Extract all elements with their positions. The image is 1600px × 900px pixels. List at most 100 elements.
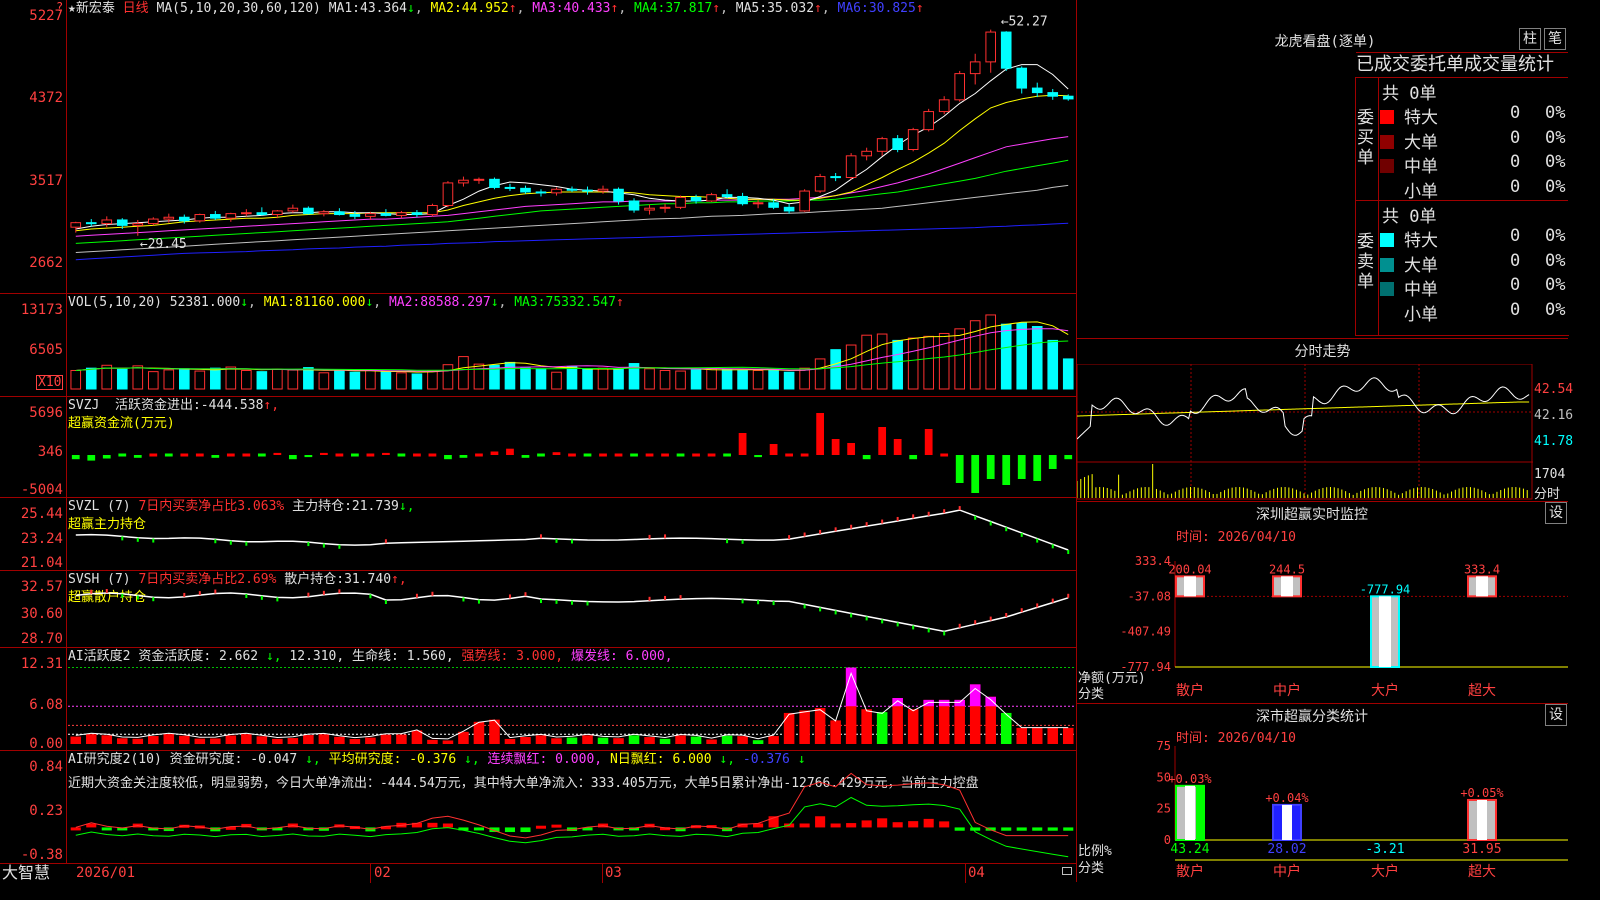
kline-panel[interactable]: ? 5227 4372 3517 2662 ★新宏泰 日线 MA(5,10,20… [0, 0, 1077, 293]
candle[interactable] [489, 177, 500, 190]
candle[interactable] [241, 209, 252, 217]
volume-bar[interactable] [427, 370, 438, 390]
volume-bar[interactable] [690, 369, 702, 390]
ai-activity-chart[interactable] [68, 648, 1076, 751]
volume-bar[interactable] [938, 332, 950, 390]
volume-bar[interactable] [318, 372, 330, 390]
volume-bar[interactable] [241, 369, 252, 390]
volume-bar[interactable] [752, 369, 764, 390]
candle[interactable] [985, 29, 997, 73]
candle[interactable] [907, 127, 919, 152]
volume-bar[interactable] [85, 367, 97, 390]
volume-bar[interactable] [876, 333, 888, 390]
volume-bar[interactable] [737, 369, 748, 390]
candle[interactable] [287, 204, 299, 213]
volume-bar[interactable] [892, 339, 903, 390]
volume-bar[interactable] [303, 367, 314, 390]
candle[interactable] [814, 173, 826, 193]
candle[interactable] [737, 192, 748, 206]
volume-bar[interactable] [458, 356, 469, 390]
candle[interactable] [861, 147, 872, 161]
volume-bar[interactable] [830, 349, 841, 390]
candle[interactable] [845, 153, 857, 180]
candle[interactable] [923, 108, 934, 132]
candle[interactable] [783, 203, 795, 214]
volume-bar[interactable] [706, 368, 717, 390]
volume-bar[interactable] [116, 368, 128, 390]
candle[interactable] [706, 192, 717, 202]
candle[interactable] [566, 186, 578, 192]
candle[interactable] [1047, 88, 1059, 100]
volume-bar[interactable] [597, 367, 609, 390]
volume-bar[interactable] [504, 361, 516, 390]
candle[interactable] [1031, 82, 1043, 98]
volume-bar[interactable] [272, 368, 283, 390]
candle[interactable] [799, 189, 810, 212]
candle[interactable] [504, 183, 516, 192]
candle[interactable] [582, 186, 593, 195]
volume-bar[interactable] [799, 367, 810, 390]
volume-bar[interactable] [163, 369, 175, 390]
candle[interactable] [411, 210, 423, 218]
volume-bar[interactable] [582, 368, 593, 390]
ai-research-chart[interactable] [68, 751, 1076, 864]
candle[interactable] [969, 53, 981, 85]
candle[interactable] [892, 135, 903, 153]
volume-bar[interactable] [721, 368, 733, 390]
candle[interactable] [954, 70, 965, 102]
volume-bar[interactable] [349, 371, 361, 390]
volume-bar[interactable] [256, 371, 268, 390]
volume-bar[interactable] [520, 367, 531, 390]
volume-bar[interactable] [814, 358, 826, 390]
volume-bar[interactable] [179, 368, 190, 390]
candle[interactable] [194, 213, 206, 223]
svsh-chart[interactable] [68, 571, 1076, 648]
volume-bar[interactable] [132, 365, 144, 390]
volume-bar[interactable] [613, 368, 624, 390]
longhu-tabs[interactable]: 已成交委托单成交量统计 [1356, 52, 1568, 78]
monitor-settings-button[interactable]: 设 [1545, 502, 1567, 524]
candle[interactable] [101, 216, 113, 228]
volume-bar[interactable] [225, 366, 237, 390]
volume-bar[interactable] [566, 365, 578, 390]
volume-bar[interactable] [923, 335, 934, 390]
volume-bar[interactable] [644, 368, 655, 390]
volume-bar[interactable] [380, 371, 392, 390]
candle[interactable] [334, 208, 345, 216]
volume-bar[interactable] [768, 369, 779, 390]
volume-bar[interactable] [194, 370, 206, 390]
volume-bar[interactable] [535, 368, 547, 390]
volume-bar[interactable] [1062, 358, 1074, 390]
candle[interactable] [256, 207, 268, 216]
bar-mode-button[interactable]: 柱 [1519, 28, 1541, 50]
candle[interactable] [876, 136, 888, 156]
volume-bar[interactable] [675, 370, 686, 390]
classify-settings-button[interactable]: 设 [1545, 704, 1567, 726]
svzj-panel[interactable]: 5696 346 -5004 SVZJ 活跃资金进出:-444.538↑, 超赢… [0, 396, 1077, 498]
volume-bar[interactable] [396, 372, 407, 390]
volume-bar[interactable] [334, 370, 345, 390]
volume-bar[interactable] [411, 373, 423, 390]
candle[interactable] [85, 219, 97, 227]
candle[interactable] [396, 210, 407, 219]
candle[interactable] [551, 187, 562, 196]
candle[interactable] [659, 203, 671, 213]
volume-bar[interactable] [147, 371, 159, 390]
volume-bar[interactable] [954, 328, 965, 390]
volume-bar[interactable] [551, 371, 562, 390]
candle[interactable] [210, 210, 221, 220]
volume-bar[interactable] [365, 369, 376, 390]
volume-bar[interactable] [907, 337, 919, 390]
classify-chart[interactable]: 7550250+0.03%43.24散户+0.04%28.02中户-3.21大户… [1077, 740, 1568, 882]
intraday-chart[interactable] [1077, 364, 1533, 500]
volume-bar[interactable] [1047, 339, 1059, 390]
candle[interactable] [427, 203, 438, 217]
candle[interactable] [597, 185, 609, 194]
svzj-chart[interactable] [68, 397, 1076, 498]
candle[interactable] [225, 212, 237, 222]
svzl-panel[interactable]: 25.44 23.24 21.04 SVZL (7) 7日内买卖净占比3.063… [0, 497, 1077, 571]
volume-bar[interactable] [783, 371, 795, 390]
svsh-panel[interactable]: 32.57 30.60 28.70 SVSH (7) 7日内买卖净占比2.69%… [0, 570, 1077, 648]
candle[interactable] [938, 96, 950, 115]
volume-bar[interactable] [473, 363, 485, 390]
